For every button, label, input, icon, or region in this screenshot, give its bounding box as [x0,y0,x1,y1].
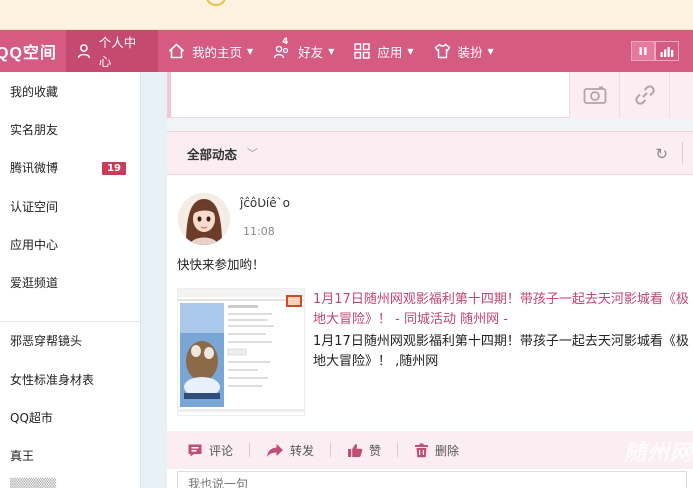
sidebar-item-label: 实名朋友 [10,122,59,137]
post-text: 快快来参加哟！ [177,257,265,272]
sidebar-item-tencent-weibo[interactable]: 腾讯微博 19 [0,149,140,187]
delete-button[interactable]: 删除 [414,442,459,459]
nav-personal-center[interactable]: 个人中心 [66,30,158,72]
sidebar-item-link[interactable]: 女性标准身材表 [0,360,140,398]
sidebar-item-label: 应用中心 [10,237,59,252]
sidebar-item-shopping-channel[interactable]: 爱逛频道 [0,263,140,301]
action-divider [249,443,251,457]
forward-button[interactable]: 转发 [266,442,314,459]
chevron-down-icon: ▼ [247,46,254,56]
post-username[interactable]: ĵĉôƲíêˋo [240,196,290,210]
sidebar-item-link[interactable]: 邪恶穿帮镜头 [0,322,140,360]
sidebar-item-label: 爱逛频道 [10,276,59,291]
sidebar-item-label: 邪恶穿帮镜头 [10,334,83,349]
action-divider [330,443,332,457]
banner-decoration [205,0,227,6]
friends-icon-wrap: 4 [273,37,298,59]
unread-count-badge: 19 [102,161,126,175]
bars-view-icon[interactable] [655,41,679,61]
post-actions-bar: 评论 转发 赞 删除 [167,431,693,469]
shared-link-card[interactable]: 1月17日随州网观影福利第十四期！带孩子一起去天河影城看《极地大冒险》！ - 同… [177,288,693,420]
sidebar-item-app-center[interactable]: 应用中心 [0,225,140,263]
shared-link-title[interactable]: 1月17日随州网观影福利第十四期！带孩子一起去天河影城看《极地大冒险》！ - 同… [313,290,693,330]
nav-label: 我的主页 [192,44,243,60]
feed-header: 全部动态 ﹀ ↻ [167,131,693,175]
pause-toggle-icon[interactable] [631,41,655,61]
top-banner [0,0,693,30]
forward-arrow-icon [267,443,284,457]
forward-label: 转发 [290,443,315,458]
sidebar-item-link[interactable]: QQ超市 [0,398,140,436]
shirt-icon [434,43,450,59]
more-tools-icon[interactable] [669,72,693,118]
sidebar-item-favorites[interactable]: 我的收藏 [0,72,140,110]
sidebar-item-label: 真王 [10,449,35,464]
home-icon [168,43,185,59]
comment-label: 评论 [209,443,234,458]
header-divider [682,142,683,164]
comment-icon [188,444,202,456]
chevron-down-icon: ▼ [487,46,494,56]
post-timestamp: 11:08 [243,225,275,238]
avatar[interactable] [178,193,230,245]
post-composer [167,72,693,118]
left-sidebar: 我的收藏 实名朋友 腾讯微博 19 认证空间 应用中心 爱逛频道 邪恶穿帮镜头 女… [0,72,141,488]
apps-grid-icon [354,43,371,59]
sidebar-item-label: 我的收藏 [10,84,59,99]
sidebar-item-label-cut: ▒▒▒▒▒ [10,477,57,488]
thumbs-up-icon [348,443,363,457]
link-icon[interactable] [619,72,669,118]
sidebar-item-realname-friends[interactable]: 实名朋友 [0,110,140,148]
trash-icon [415,443,429,457]
qzone-logo[interactable]: QQ空间 [0,39,66,63]
nav-friends[interactable]: 4 好友 ▼ [263,30,344,72]
like-label: 赞 [369,443,382,458]
feed-post-card: ĵĉôƲíêˋo 11:08 快快来参加哟！ 1月17日随州网观影福利第十四期！… [167,175,693,488]
sidebar-item-link[interactable]: ▒▒▒▒▒ [0,475,140,488]
like-button[interactable]: 赞 [347,442,381,459]
delete-label: 删除 [435,443,460,458]
nav-apps[interactable]: 应用 ▼ [344,30,423,72]
site-watermark: 随州网 [623,441,693,466]
person-icon [77,44,91,59]
sidebar-item-label: 腾讯微博 [10,161,59,176]
nav-dressup[interactable]: 装扮 ▼ [424,30,504,72]
nav-label: 个人中心 [98,35,137,69]
feed-filter-label[interactable]: 全部动态 [187,144,237,163]
sidebar-divider [0,302,140,322]
chevron-down-icon: ▼ [407,46,414,56]
nav-label: 装扮 [457,44,483,60]
comment-input[interactable] [178,472,686,488]
side-gutter [141,72,167,488]
sidebar-item-label: 认证空间 [10,199,59,214]
refresh-icon[interactable]: ↻ [655,145,668,163]
sidebar-item-label: 女性标准身材表 [10,372,95,387]
chevron-down-icon: ▼ [328,46,335,56]
action-divider [397,443,399,457]
nav-label: 应用 [377,44,403,60]
shared-link-description: 1月17日随州网观影福利第十四期！带孩子一起去天河影城看《极地大冒险》！ ,随州… [313,334,689,369]
composer-edge [167,72,171,118]
top-navbar: QQ空间 个人中心 我的主页 ▼ 4 好友 ▼ 应用 ▼ 装扮 ▼ [0,30,693,72]
chevron-down-icon[interactable]: ﹀ [247,145,258,161]
nav-my-homepage[interactable]: 我的主页 ▼ [158,30,263,72]
sidebar-item-label: QQ超市 [10,411,53,426]
friends-notification-count: 4 [282,37,289,47]
layout-toggle-group [631,41,679,61]
comment-input-box[interactable] [177,471,687,488]
comment-button[interactable]: 评论 [187,442,233,459]
sidebar-item-verified-space[interactable]: 认证空间 [0,187,140,225]
nav-label: 好友 [298,44,324,60]
shared-link-thumbnail[interactable] [177,288,305,416]
sidebar-item-link[interactable]: 真王 [0,437,140,475]
camera-icon[interactable] [569,72,619,118]
